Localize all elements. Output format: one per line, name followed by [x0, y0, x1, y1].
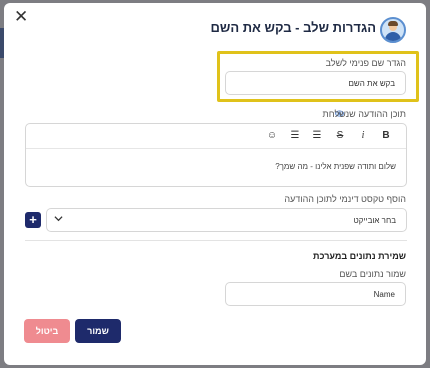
strikethrough-icon[interactable]: S	[333, 129, 347, 143]
message-text: שלום ותודה שפנית אלינו - מה שמך?	[275, 162, 396, 171]
editor-toolbar: ☺ ☰ ☰ S i B	[26, 124, 406, 149]
save-data-value: Name	[373, 289, 395, 299]
avatar	[380, 17, 406, 43]
dialog-title: הגדרות שלב - בקש את השם	[210, 20, 376, 35]
object-select[interactable]: בחר אובייקט	[46, 208, 407, 232]
save-button[interactable]: שמור	[75, 319, 121, 343]
chevron-down-icon	[54, 214, 63, 225]
step-name-input[interactable]: בקש את השם	[225, 71, 406, 95]
save-data-label: שמור נתונים בשם	[339, 269, 406, 279]
object-select-value: בחר אובייקט	[353, 216, 396, 225]
bold-icon[interactable]: B	[379, 129, 393, 143]
dynamic-text-label: הוסף טקסט דינמי לתוכן ההודעה	[284, 194, 406, 204]
italic-icon[interactable]: i	[356, 129, 370, 143]
message-label: תוכן ההודעה שנשלחת	[322, 109, 407, 119]
divider	[25, 240, 407, 241]
step-name-label: הגדר שם פנימי לשלב	[325, 58, 406, 68]
message-editor[interactable]: ☺ ☰ ☰ S i B שלום ותודה שפנית אלינו - מה …	[25, 123, 407, 187]
align-right-icon[interactable]: ☰	[288, 129, 302, 143]
step-name-value: בקש את השם	[348, 78, 395, 88]
add-dynamic-button[interactable]: +	[25, 212, 41, 228]
emoji-icon[interactable]: ☺	[265, 129, 279, 143]
save-data-input[interactable]: Name	[225, 282, 406, 306]
align-left-icon[interactable]: ☰	[310, 129, 324, 143]
step-settings-dialog: ✕ הגדרות שלב - בקש את השם הגדר שם פנימי …	[4, 3, 426, 365]
save-data-section-title: שמירת נתונים במערכת	[313, 251, 406, 261]
cancel-button[interactable]: ביטול	[24, 319, 70, 343]
close-icon[interactable]: ✕	[14, 7, 28, 27]
